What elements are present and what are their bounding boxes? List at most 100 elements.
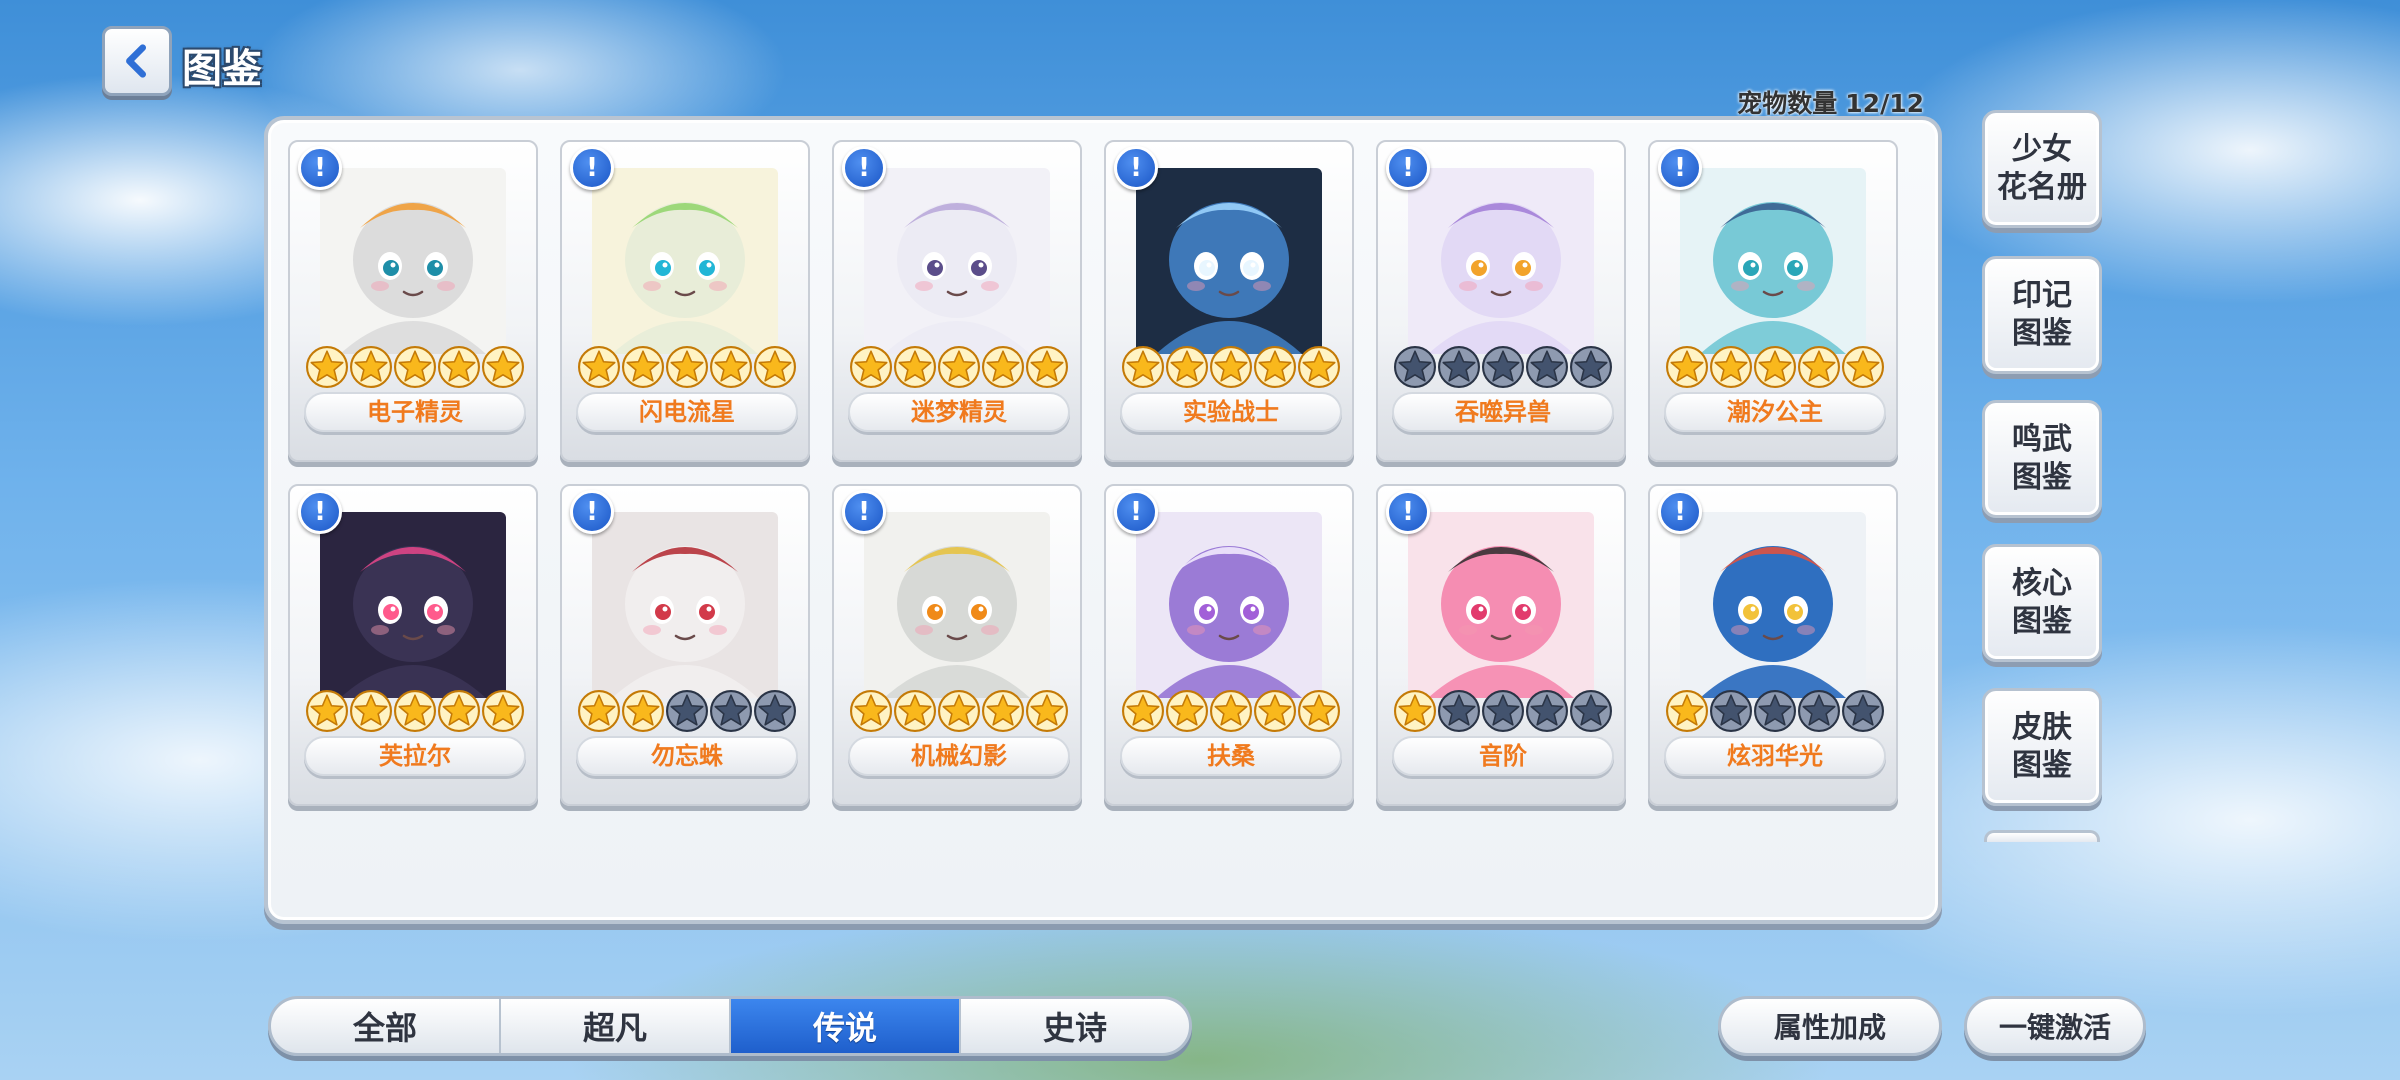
rarity-tabs: 全部 超凡 传说 史诗: [268, 996, 1192, 1056]
exclamation-icon[interactable]: !: [842, 490, 886, 534]
side-core-codex-button[interactable]: 核心 图鉴: [1982, 544, 2102, 662]
attribute-bonus-button[interactable]: 属性加成: [1718, 996, 1942, 1056]
pet-card[interactable]: ! 迷梦精灵: [832, 140, 1082, 462]
pet-name: 实验战士: [1120, 392, 1342, 432]
pet-card[interactable]: ! 闪电流星: [560, 140, 810, 462]
pet-portrait: [1136, 168, 1322, 354]
star-filled-icon: [578, 690, 620, 734]
star-empty-icon: [1526, 346, 1568, 390]
pet-card[interactable]: ! 炫羽华光: [1648, 484, 1898, 806]
star-empty-icon: [1754, 690, 1796, 734]
exclamation-icon[interactable]: !: [1114, 146, 1158, 190]
star-filled-icon: [438, 690, 480, 734]
pet-portrait: [1680, 512, 1866, 698]
star-filled-icon: [350, 346, 392, 390]
exclamation-icon[interactable]: !: [1114, 490, 1158, 534]
star-empty-icon: [1438, 346, 1480, 390]
star-rating: [304, 690, 526, 734]
pet-count-label: 宠物数量: [1737, 89, 1838, 118]
star-rating: [1664, 346, 1886, 390]
side-mark-codex-button[interactable]: 印记 图鉴: [1982, 256, 2102, 374]
pet-portrait: [592, 512, 778, 698]
star-filled-icon: [1254, 690, 1296, 734]
exclamation-icon[interactable]: !: [298, 146, 342, 190]
back-button[interactable]: [102, 26, 172, 96]
star-filled-icon: [1842, 346, 1884, 390]
pet-portrait: [864, 512, 1050, 698]
chevron-left-icon: [126, 44, 147, 78]
exclamation-icon[interactable]: !: [1658, 146, 1702, 190]
exclamation-icon[interactable]: !: [570, 146, 614, 190]
tab-all[interactable]: 全部: [271, 999, 501, 1053]
exclamation-icon[interactable]: !: [298, 490, 342, 534]
pet-portrait: [320, 168, 506, 354]
star-rating: [576, 690, 798, 734]
star-filled-icon: [438, 346, 480, 390]
star-rating: [1120, 690, 1342, 734]
star-filled-icon: [1298, 346, 1340, 390]
side-weapon-codex-button[interactable]: 鸣武 图鉴: [1982, 400, 2102, 518]
pet-name: 闪电流星: [576, 392, 798, 432]
pet-card[interactable]: ! 芙拉尔: [288, 484, 538, 806]
tab-legendary[interactable]: 传说: [731, 999, 961, 1053]
star-empty-icon: [1570, 346, 1612, 390]
pet-portrait: [1408, 512, 1594, 698]
star-filled-icon: [1298, 690, 1340, 734]
star-empty-icon: [1710, 690, 1752, 734]
star-empty-icon: [1482, 346, 1524, 390]
page-title: 图鉴: [182, 46, 262, 92]
pet-name: 吞噬异兽: [1392, 392, 1614, 432]
pet-name: 勿忘蛛: [576, 736, 798, 776]
pet-card[interactable]: ! 机械幻影: [832, 484, 1082, 806]
star-filled-icon: [1026, 690, 1068, 734]
star-filled-icon: [306, 346, 348, 390]
star-filled-icon: [1798, 346, 1840, 390]
star-empty-icon: [1394, 346, 1436, 390]
star-filled-icon: [1666, 346, 1708, 390]
pet-name: 迷梦精灵: [848, 392, 1070, 432]
pet-portrait: [1136, 512, 1322, 698]
side-skin-codex-button[interactable]: 皮肤 图鉴: [1982, 688, 2102, 806]
star-filled-icon: [894, 690, 936, 734]
exclamation-icon[interactable]: !: [570, 490, 614, 534]
pet-card[interactable]: ! 实验战士: [1104, 140, 1354, 462]
pet-card[interactable]: ! 潮汐公主: [1648, 140, 1898, 462]
star-empty-icon: [1570, 690, 1612, 734]
pet-card[interactable]: ! 音阶: [1376, 484, 1626, 806]
pet-portrait: [1408, 168, 1594, 354]
pet-card[interactable]: ! 扶桑: [1104, 484, 1354, 806]
star-filled-icon: [1122, 346, 1164, 390]
tab-epic[interactable]: 史诗: [961, 999, 1189, 1053]
pet-card[interactable]: ! 勿忘蛛: [560, 484, 810, 806]
exclamation-icon[interactable]: !: [1386, 490, 1430, 534]
star-filled-icon: [482, 346, 524, 390]
star-rating: [304, 346, 526, 390]
star-filled-icon: [1754, 346, 1796, 390]
pet-card[interactable]: ! 吞噬异兽: [1376, 140, 1626, 462]
star-rating: [848, 346, 1070, 390]
star-filled-icon: [1666, 690, 1708, 734]
star-filled-icon: [578, 346, 620, 390]
pet-card[interactable]: ! 电子精灵: [288, 140, 538, 462]
side-roster-button[interactable]: 少女 花名册: [1982, 110, 2102, 228]
star-filled-icon: [1710, 346, 1752, 390]
pet-portrait: [864, 168, 1050, 354]
star-filled-icon: [1210, 346, 1252, 390]
exclamation-icon[interactable]: !: [1658, 490, 1702, 534]
exclamation-icon[interactable]: !: [842, 146, 886, 190]
exclamation-icon[interactable]: !: [1386, 146, 1430, 190]
star-rating: [576, 346, 798, 390]
star-rating: [848, 690, 1070, 734]
tab-transcendent[interactable]: 超凡: [501, 999, 731, 1053]
pet-name: 扶桑: [1120, 736, 1342, 776]
star-filled-icon: [754, 346, 796, 390]
star-empty-icon: [1482, 690, 1524, 734]
star-filled-icon: [622, 346, 664, 390]
star-filled-icon: [1026, 346, 1068, 390]
star-filled-icon: [394, 346, 436, 390]
star-filled-icon: [482, 690, 524, 734]
star-filled-icon: [394, 690, 436, 734]
activate-all-button[interactable]: 一键激活: [1964, 996, 2146, 1056]
star-filled-icon: [350, 690, 392, 734]
star-empty-icon: [666, 690, 708, 734]
